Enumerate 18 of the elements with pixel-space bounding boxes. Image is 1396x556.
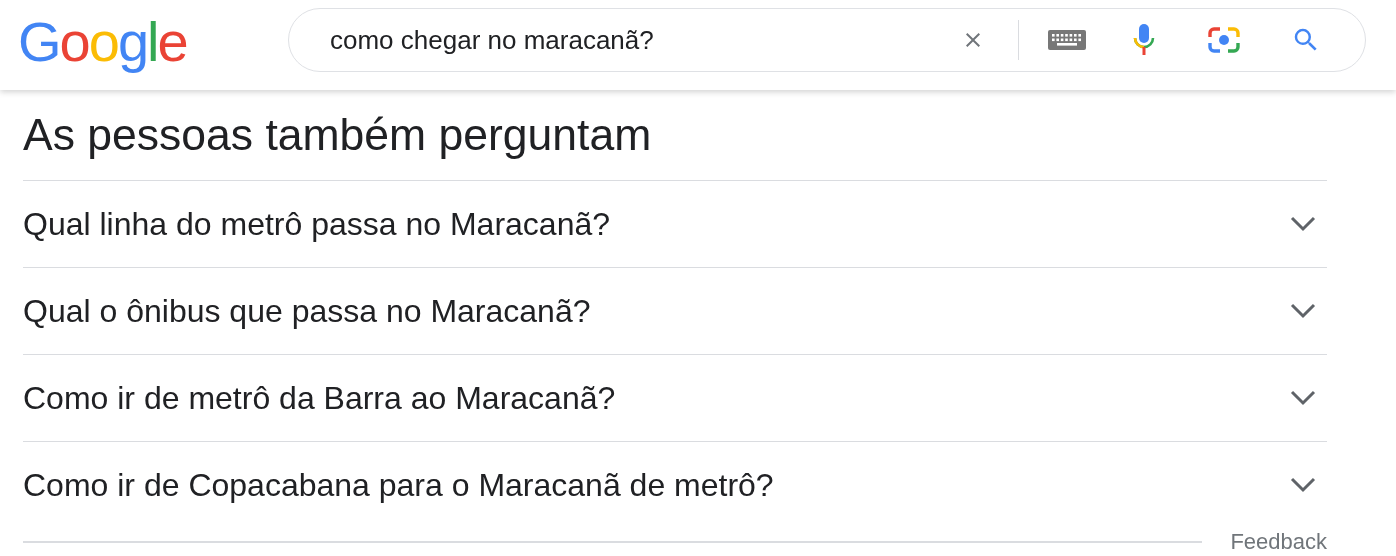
- microphone-icon[interactable]: [1132, 23, 1156, 57]
- chevron-icon[interactable]: [1290, 390, 1316, 406]
- question-text: Como ir de metrô da Barra ao Maracanã?: [23, 379, 616, 417]
- question-row[interactable]: Qual linha do metrô passa no Maracanã?: [23, 181, 1327, 268]
- chevron-icon[interactable]: [1290, 216, 1316, 232]
- question-text: Como ir de Copacabana para o Maracanã de metrô?: [23, 466, 774, 504]
- section-title: As pessoas também perguntam: [23, 110, 1327, 181]
- question-text: Qual o ônibus que passa no Maracanã?: [23, 292, 591, 330]
- question-text: Qual linha do metrô passa no Maracanã?: [23, 205, 610, 243]
- keyboard-icon[interactable]: [1048, 28, 1086, 52]
- camera-icon[interactable]: [1207, 25, 1241, 55]
- question-row[interactable]: Como ir de metrô da Barra ao Maracanã?: [23, 355, 1327, 442]
- search-input[interactable]: como chegar no maracanã?: [330, 24, 961, 56]
- feedback-link[interactable]: Feedback: [1230, 531, 1327, 553]
- question-row[interactable]: Como ir de Copacabana para o Maracanã de metrô?: [23, 442, 1327, 528]
- chevron-icon[interactable]: [1290, 477, 1316, 493]
- chevron-icon[interactable]: [1290, 303, 1316, 319]
- question-row[interactable]: Qual o ônibus que passa no Maracanã?: [23, 268, 1327, 355]
